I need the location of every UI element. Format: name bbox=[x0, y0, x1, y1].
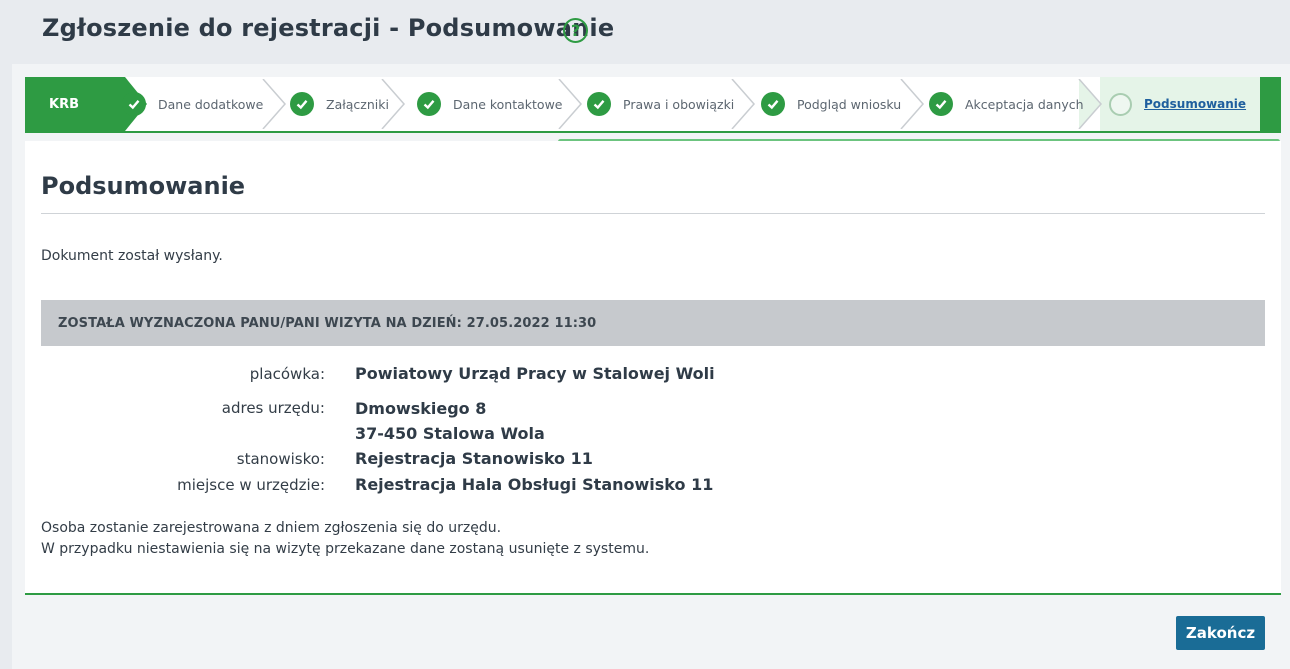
step-akceptacja-danych[interactable]: Akceptacja danych bbox=[929, 77, 1084, 131]
visit-banner: ZOSTAŁA WYZNACZONA PANU/PANI WIZYTA NA D… bbox=[41, 300, 1265, 346]
step-podglad-wniosku[interactable]: Podgląd wniosku bbox=[761, 77, 901, 131]
desk-label: stanowisko: bbox=[236, 450, 325, 468]
step-end-fill bbox=[1260, 77, 1281, 131]
office-value: Powiatowy Urząd Pracy w Stalowej Woli bbox=[355, 364, 715, 383]
section-title: Podsumowanie bbox=[41, 172, 246, 200]
step-label: Dane dodatkowe bbox=[158, 96, 264, 112]
place-label: miejsce w urzędzie: bbox=[177, 476, 325, 494]
step-label: Podgląd wniosku bbox=[797, 96, 902, 112]
step-krb[interactable]: KRB bbox=[25, 77, 125, 131]
address-label: adres urzędu: bbox=[221, 399, 325, 417]
step-label: Załączniki bbox=[326, 96, 389, 112]
chevron-right-icon bbox=[262, 79, 286, 129]
question-circle-icon[interactable]: ? bbox=[563, 18, 588, 43]
step-podsumowanie[interactable]: Podsumowanie bbox=[1109, 77, 1246, 131]
check-icon bbox=[929, 92, 953, 116]
check-icon bbox=[122, 92, 146, 116]
place-value: Rejestracja Hala Obsługi Stanowisko 11 bbox=[355, 475, 714, 494]
step-krb-label: KRB bbox=[49, 96, 79, 112]
note-line-2: W przypadku niestawienia się na wizytę p… bbox=[41, 541, 650, 557]
page-title: Zgłoszenie do rejestracji - Podsumowanie bbox=[42, 14, 615, 42]
divider bbox=[41, 213, 1265, 214]
registration-stepper: KRB Dane dodatkowe Załączniki Dane konta… bbox=[25, 77, 1281, 133]
desk-value: Rejestracja Stanowisko 11 bbox=[355, 449, 593, 468]
sent-message: Dokument został wysłany. bbox=[41, 248, 223, 264]
note-line-1: Osoba zostanie zarejestrowana z dniem zg… bbox=[41, 520, 502, 536]
address-line1: Dmowskiego 8 bbox=[355, 399, 487, 418]
check-icon bbox=[761, 92, 785, 116]
check-icon bbox=[290, 92, 314, 116]
office-label: placówka: bbox=[249, 365, 325, 383]
check-icon bbox=[417, 92, 441, 116]
step-prawa-i-obowiazki[interactable]: Prawa i obowiązki bbox=[587, 77, 734, 131]
finish-button[interactable]: Zakończ bbox=[1176, 616, 1265, 650]
step-zalaczniki[interactable]: Załączniki bbox=[290, 77, 389, 131]
chevron-right-icon bbox=[900, 79, 924, 129]
step-dane-kontaktowe[interactable]: Dane kontaktowe bbox=[417, 77, 563, 131]
step-dane-dodatkowe[interactable]: Dane dodatkowe bbox=[122, 77, 263, 131]
page-header: Zgłoszenie do rejestracji - Podsumowanie… bbox=[0, 0, 1290, 64]
visit-banner-text: ZOSTAŁA WYZNACZONA PANU/PANI WIZYTA NA D… bbox=[58, 315, 597, 331]
pending-circle-icon bbox=[1109, 92, 1132, 116]
step-label-active: Podsumowanie bbox=[1144, 97, 1247, 111]
check-icon bbox=[587, 92, 611, 116]
address-line2: 37-450 Stalowa Wola bbox=[355, 424, 545, 443]
step-label: Akceptacja danych bbox=[965, 96, 1084, 112]
step-label: Dane kontaktowe bbox=[453, 96, 563, 112]
step-label: Prawa i obowiązki bbox=[623, 96, 735, 112]
